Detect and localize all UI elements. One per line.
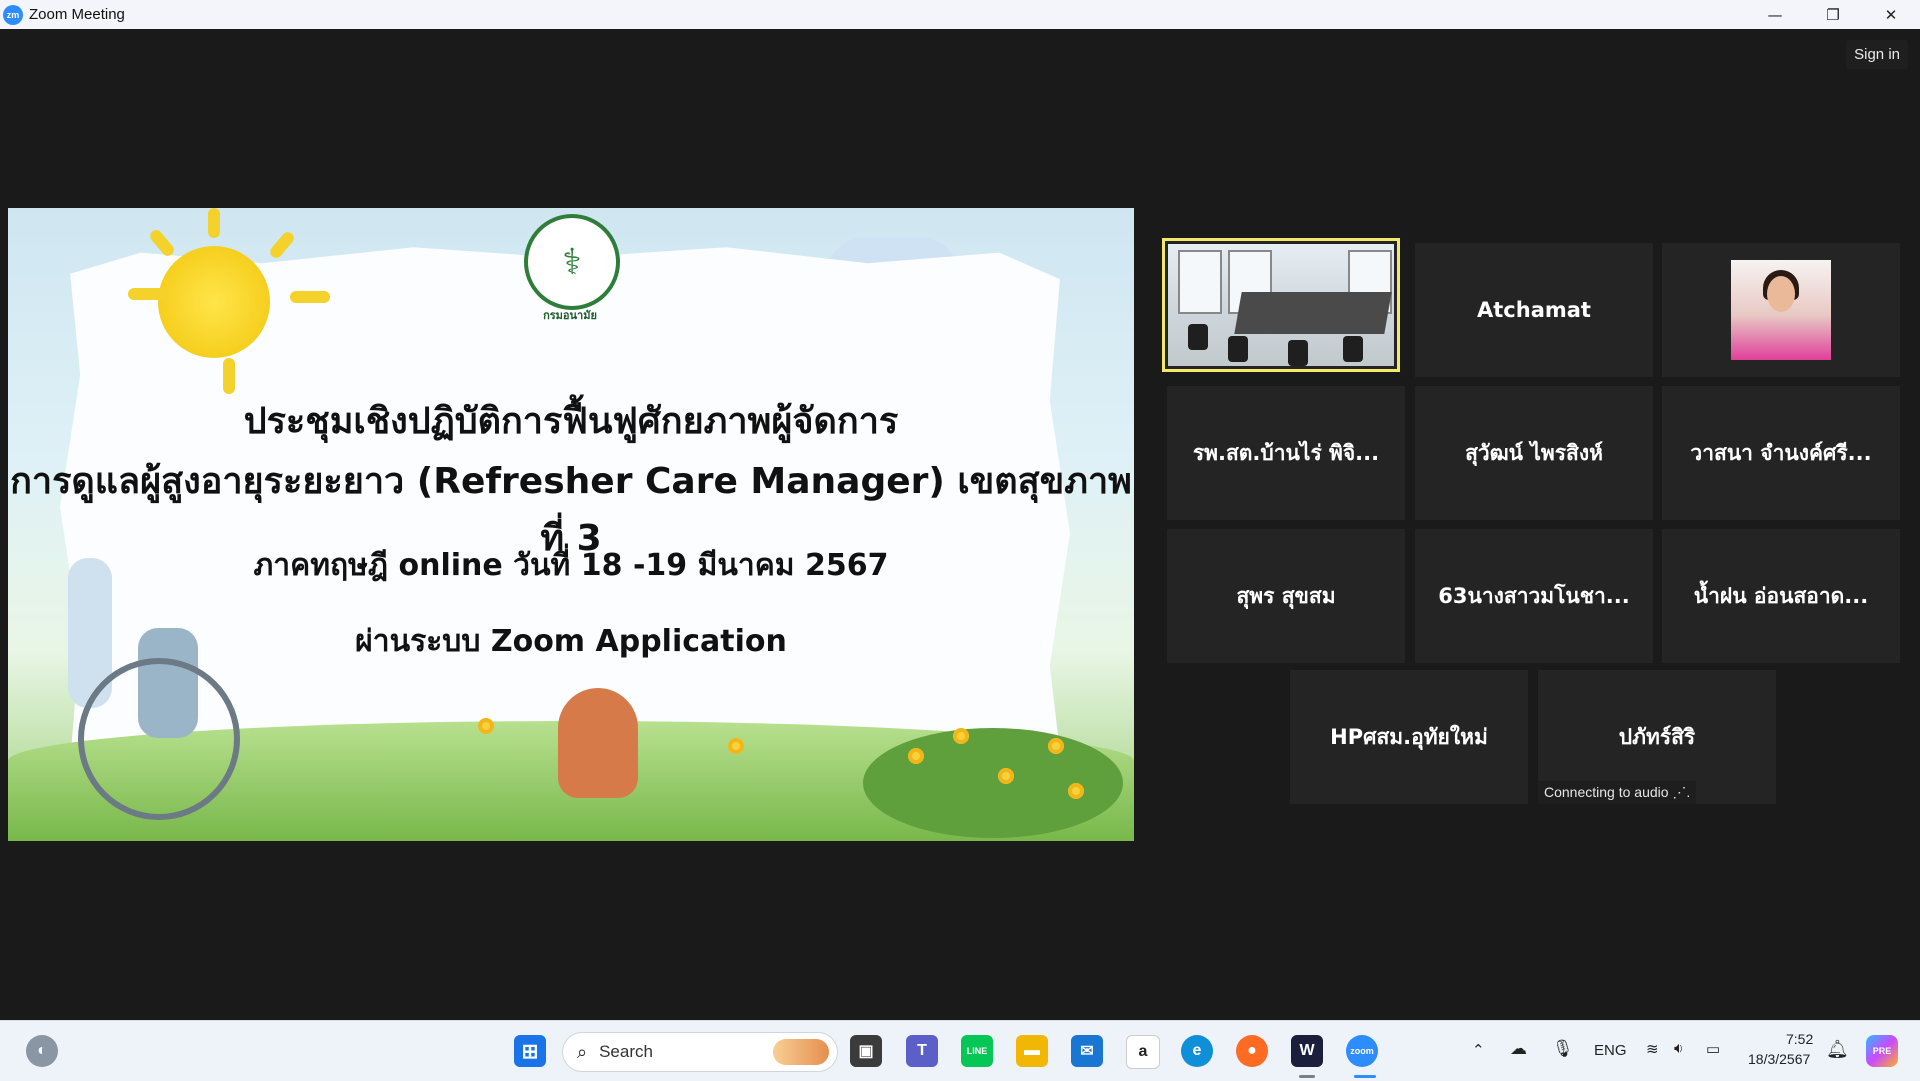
- flower-decoration: [478, 718, 494, 734]
- minimize-button[interactable]: —: [1746, 0, 1804, 29]
- wondershare-icon[interactable]: W: [1291, 1035, 1323, 1067]
- participant-tile-photo[interactable]: [1662, 243, 1900, 377]
- participant-tile[interactable]: ปภัทร์สิริ Connecting to audio ⋰.: [1538, 670, 1776, 804]
- room-table: [1234, 292, 1392, 334]
- slide-title-line1: ประชุมเชิงปฏิบัติการฟื้นฟูศักยภาพผู้จัดก…: [243, 401, 899, 442]
- mail-icon[interactable]: ✉: [1071, 1035, 1103, 1067]
- meeting-area: Sign in ⚕ กรมอนามัย ประชุมเชิงปฏิบัติการ…: [0, 29, 1920, 1020]
- flower-decoration: [728, 738, 744, 754]
- room-chair: [1188, 324, 1208, 350]
- slide-subtitle-date: ภาคทฤษฎี online วันที่ 18 -19 มีนาคม 256…: [253, 548, 889, 583]
- search-placeholder: Search: [599, 1042, 653, 1061]
- zoom-icon[interactable]: zoom: [1346, 1035, 1378, 1067]
- wifi-icon[interactable]: ≋: [1646, 1040, 1659, 1058]
- clock-time[interactable]: 7:52: [1786, 1031, 1813, 1047]
- search-icon: ⌕: [577, 1041, 588, 1063]
- taskbar: ◐ ⊞ ⌕ Search ▣ T LINE ▬ ✉ a e ● W zoom ⌃…: [0, 1020, 1920, 1081]
- bush-illustration: [863, 728, 1123, 838]
- participant-name: Atchamat: [1477, 298, 1591, 322]
- amazon-icon[interactable]: a: [1126, 1035, 1160, 1069]
- running-indicator: [1299, 1075, 1315, 1078]
- widgets-icon[interactable]: ◐: [26, 1035, 58, 1067]
- battery-icon[interactable]: ▭: [1706, 1040, 1720, 1058]
- file-explorer-icon[interactable]: ▬: [1016, 1035, 1048, 1067]
- participant-name: วาสนา จำนงค์ศรี...: [1690, 440, 1872, 465]
- participant-tile[interactable]: น้ำฝน อ่อนสอาด...: [1662, 529, 1900, 663]
- microphone-icon[interactable]: 🎙︎: [1552, 1039, 1574, 1059]
- ministry-seal-icon: ⚕: [524, 214, 620, 310]
- logo-caption: กรมอนามัย: [543, 309, 597, 322]
- participant-photo: [1731, 260, 1831, 360]
- shared-screen[interactable]: ⚕ กรมอนามัย ประชุมเชิงปฏิบัติการฟื้นฟูศั…: [8, 208, 1134, 841]
- teams-icon[interactable]: T: [906, 1035, 938, 1067]
- edge-icon[interactable]: e: [1181, 1035, 1213, 1067]
- windows-start-icon[interactable]: ⊞: [514, 1035, 546, 1067]
- participant-name: สุวัฒน์ ไพรสิงห์: [1465, 440, 1603, 465]
- participant-name: รพ.สต.บ้านไร่ พิจิ...: [1192, 440, 1380, 465]
- volume-icon[interactable]: 🔉︎: [1674, 1040, 1683, 1057]
- participant-name: 63นางสาวมโนชา...: [1438, 583, 1630, 608]
- flower-decoration: [1068, 783, 1084, 799]
- input-language[interactable]: ENG: [1594, 1042, 1627, 1059]
- sun-ray: [208, 208, 220, 238]
- participant-name: สุพร สุขสม: [1236, 583, 1336, 608]
- sun-ray: [223, 358, 235, 394]
- room-chair: [1288, 340, 1308, 366]
- firefox-icon[interactable]: ●: [1236, 1035, 1268, 1067]
- flower-decoration: [1048, 738, 1064, 754]
- participant-name: ปภัทร์สิริ: [1618, 724, 1696, 749]
- sun-ray: [290, 291, 330, 303]
- room-window: [1178, 250, 1222, 314]
- room-chair: [1228, 336, 1248, 362]
- task-view-icon[interactable]: ▣: [850, 1035, 882, 1067]
- photo-face: [1767, 276, 1795, 312]
- dog-illustration: [558, 688, 638, 798]
- onedrive-icon[interactable]: ☁: [1510, 1039, 1527, 1059]
- participant-name: น้ำฝน อ่อนสอาด...: [1693, 583, 1869, 608]
- sun-ray: [267, 229, 297, 261]
- participant-tile[interactable]: รพ.สต.บ้านไร่ พิจิ...: [1167, 386, 1405, 520]
- search-highlight-art: [773, 1039, 829, 1065]
- participant-name: HPศสม.อุทัยใหม่: [1330, 724, 1488, 749]
- participant-tile[interactable]: 63นางสาวมโนชา...: [1415, 529, 1653, 663]
- participant-tile[interactable]: วาสนา จำนงค์ศรี...: [1662, 386, 1900, 520]
- sign-in-button[interactable]: Sign in: [1846, 40, 1908, 69]
- clock-date[interactable]: 18/3/2567: [1748, 1051, 1810, 1067]
- room-chair: [1343, 336, 1363, 362]
- sun-ray: [128, 288, 168, 300]
- active-app-indicator: [1354, 1075, 1376, 1078]
- line-icon[interactable]: LINE: [961, 1035, 993, 1067]
- copilot-icon[interactable]: PRE: [1866, 1035, 1898, 1067]
- camera-feed: [1168, 244, 1394, 366]
- flower-decoration: [953, 728, 969, 744]
- taskbar-search-box[interactable]: ⌕ Search: [562, 1032, 838, 1072]
- participant-tile[interactable]: Atchamat: [1415, 243, 1653, 377]
- tray-overflow-icon[interactable]: ⌃: [1472, 1041, 1485, 1059]
- audio-connecting-status: Connecting to audio ⋰.: [1538, 781, 1697, 804]
- flower-decoration: [908, 748, 924, 764]
- wheelchair-illustration: [78, 658, 240, 820]
- flower-decoration: [998, 768, 1014, 784]
- participant-tile-active-camera[interactable]: [1162, 238, 1400, 372]
- title-bar: zm Zoom Meeting — ❐ ✕: [0, 0, 1920, 29]
- participant-tile[interactable]: HPศสม.อุทัยใหม่: [1290, 670, 1528, 804]
- close-button[interactable]: ✕: [1862, 0, 1920, 29]
- notification-bell-icon[interactable]: 🔔︎: [1826, 1039, 1849, 1060]
- participant-tile[interactable]: สุวัฒน์ ไพรสิงห์: [1415, 386, 1653, 520]
- zoom-app-icon: zm: [3, 4, 23, 25]
- window-title: Zoom Meeting: [29, 6, 125, 23]
- participant-tile[interactable]: สุพร สุขสม: [1167, 529, 1405, 663]
- window-controls: — ❐ ✕: [1746, 0, 1920, 29]
- restore-button[interactable]: ❐: [1804, 0, 1862, 29]
- sun-illustration: [158, 246, 270, 358]
